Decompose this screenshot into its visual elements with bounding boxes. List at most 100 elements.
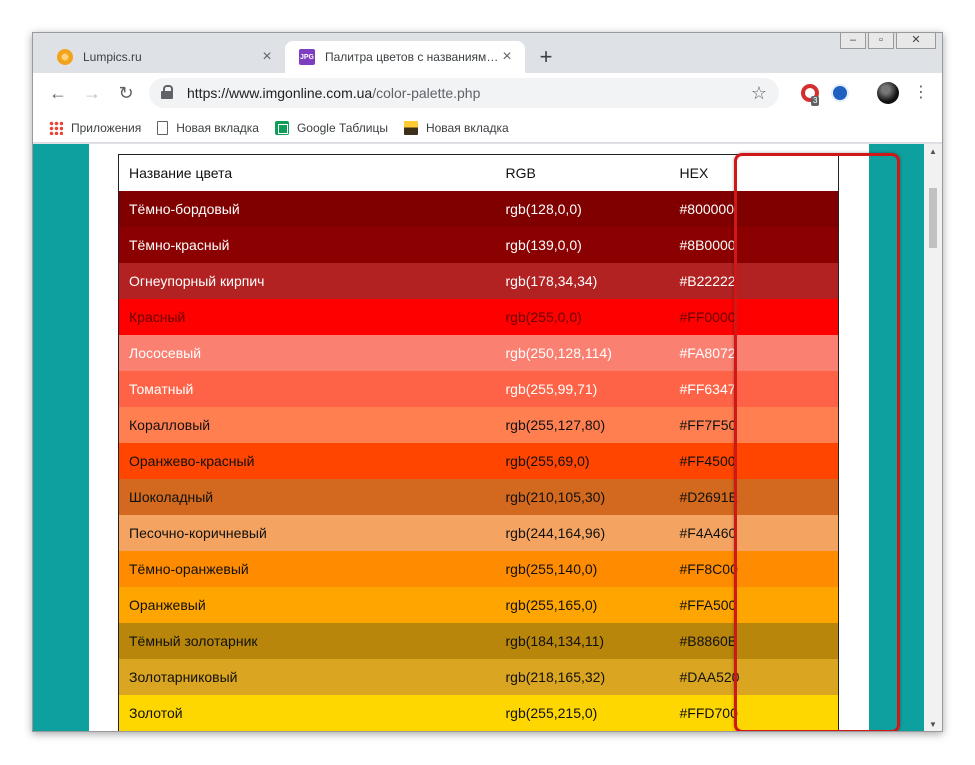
- table-row: Тёмно-оранжевый rgb(255,140,0) #FF8C00: [118, 550, 839, 587]
- color-name-cell: Тёмно-красный: [129, 236, 230, 253]
- table-row: Лососевый rgb(250,128,114) #FA8072: [118, 334, 839, 371]
- scroll-up-arrow-icon[interactable]: ▲: [924, 144, 942, 160]
- rgb-value-cell: rgb(255,127,80): [505, 416, 606, 433]
- bookmark-apps[interactable]: Приложения: [49, 120, 141, 135]
- page-icon: [157, 120, 169, 135]
- tab-title: Палитра цветов с названиями -: [325, 50, 499, 64]
- bookmark-star-icon[interactable]: ☆: [751, 83, 767, 104]
- color-name-cell: Тёмно-оранжевый: [129, 560, 249, 577]
- table-header-row: Название цвета RGB HEX: [118, 154, 839, 191]
- color-name-cell: Лососевый: [129, 344, 202, 361]
- tab-title: Lumpics.ru: [83, 50, 142, 64]
- table-row: Красный rgb(255,0,0) #FF0000: [118, 298, 839, 335]
- table-row: Тёмно-красный rgb(139,0,0) #8B0000: [118, 226, 839, 263]
- page-content: Название цвета RGB HEX Тёмно-бордовый rgb…: [89, 144, 900, 731]
- jpg-favicon-icon: JPG: [299, 49, 315, 65]
- rgb-value-cell: rgb(178,34,34): [505, 272, 598, 289]
- rgb-value-cell: rgb(184,134,11): [505, 632, 605, 649]
- vertical-scrollbar[interactable]: ▲ ▼: [924, 144, 942, 731]
- hex-value-cell: #D2691E: [679, 488, 738, 505]
- hex-value-cell: #800000: [679, 200, 735, 217]
- table-row: Томатный rgb(255,99,71) #FF6347: [118, 370, 839, 407]
- color-name-cell: Коралловый: [129, 416, 211, 433]
- rgb-value-cell: rgb(250,128,114): [505, 344, 612, 361]
- rgb-value-cell: rgb(255,69,0): [505, 452, 590, 469]
- maximize-icon[interactable]: ▫: [868, 33, 894, 49]
- color-name-cell: Золотой: [129, 704, 183, 721]
- url-text: https://www.imgonline.com.ua/color-palet…: [187, 85, 751, 101]
- column-header-hex: HEX: [669, 154, 839, 191]
- table-row: Оранжевый rgb(255,165,0) #FFA500: [118, 586, 839, 623]
- hex-value-cell: #B8860B: [679, 632, 738, 649]
- profile-avatar[interactable]: [877, 82, 899, 104]
- rgb-value-cell: rgb(139,0,0): [505, 236, 582, 253]
- forward-arrow-icon[interactable]: →: [77, 78, 107, 108]
- color-name-cell: Золотарниковый: [129, 668, 238, 685]
- hex-value-cell: #8B0000: [679, 236, 736, 253]
- hex-value-cell: #FF0000: [679, 308, 736, 325]
- menu-kebab-icon[interactable]: ⋮: [913, 85, 929, 101]
- globe-extension-icon[interactable]: [831, 84, 849, 102]
- table-row: Шоколадный rgb(210,105,30) #D2691E: [118, 478, 839, 515]
- rgb-value-cell: rgb(255,140,0): [505, 560, 598, 577]
- color-name-cell: Оранжевый: [129, 596, 206, 613]
- new-tab-plus-icon[interactable]: +: [535, 46, 557, 68]
- bookmark-label: Google Таблицы: [296, 120, 388, 135]
- hex-value-cell: #DAA520: [679, 668, 740, 685]
- rgb-value-cell: rgb(255,215,0): [505, 704, 598, 721]
- rgb-value-cell: rgb(255,165,0): [505, 596, 598, 613]
- color-palette-table: Название цвета RGB HEX Тёмно-бордовый rgb…: [118, 154, 839, 731]
- rgb-value-cell: rgb(218,165,32): [505, 668, 606, 685]
- column-header-rgb: RGB: [495, 154, 670, 191]
- orange-favicon-icon: [57, 49, 73, 65]
- table-row: Песочно-коричневый rgb(244,164,96) #F4A460: [118, 514, 839, 551]
- color-name-cell: Песочно-коричневый: [129, 524, 267, 541]
- image-icon: [403, 120, 418, 135]
- hex-value-cell: #FA8072: [679, 344, 736, 361]
- rgb-value-cell: rgb(255,0,0): [505, 308, 582, 325]
- rgb-value-cell: rgb(244,164,96): [505, 524, 606, 541]
- tab-lumpics[interactable]: Lumpics.ru ×: [43, 41, 285, 73]
- table-row: Золотой rgb(255,215,0) #FFD700: [118, 694, 839, 731]
- hex-value-cell: #FFD700: [679, 704, 738, 721]
- bookmark-google-sheets[interactable]: Google Таблицы: [274, 120, 388, 135]
- tab-color-palette[interactable]: JPG Палитра цветов с названиями - ×: [285, 41, 525, 73]
- scrollbar-thumb[interactable]: [929, 188, 937, 248]
- hex-value-cell: #FF6347: [679, 380, 736, 397]
- hex-value-cell: #FFA500: [679, 596, 737, 613]
- browser-window: Lumpics.ru × JPG Палитра цветов с назван…: [32, 32, 943, 732]
- color-name-cell: Тёмный золотарник: [129, 632, 258, 649]
- hex-value-cell: #B22222: [679, 272, 736, 289]
- table-row: Тёмный золотарник rgb(184,134,11) #B8860B: [118, 622, 839, 659]
- color-name-cell: Оранжево-красный: [129, 452, 255, 469]
- url-path: /color-palette.php: [372, 85, 481, 101]
- minimize-icon[interactable]: –: [840, 33, 866, 49]
- apps-grid-icon: [49, 120, 63, 135]
- table-row: Оранжево-красный rgb(255,69,0) #FF4500: [118, 442, 839, 479]
- bookmark-label: Новая вкладка: [176, 120, 259, 135]
- rgb-value-cell: rgb(210,105,30): [505, 488, 606, 505]
- color-name-cell: Огнеупорный кирпич: [129, 272, 265, 289]
- color-name-cell: Тёмно-бордовый: [129, 200, 240, 217]
- page-viewport: Название цвета RGB HEX Тёмно-бордовый rgb…: [33, 144, 925, 731]
- color-name-cell: Шоколадный: [129, 488, 214, 505]
- address-bar[interactable]: https://www.imgonline.com.ua/color-palet…: [149, 78, 779, 108]
- hex-value-cell: #F4A460: [679, 524, 737, 541]
- extension-badge: 3: [811, 96, 820, 106]
- close-tab-icon[interactable]: ×: [499, 49, 515, 65]
- url-host: https://www.imgonline.com.ua: [187, 85, 373, 101]
- sheets-icon: [274, 120, 289, 135]
- close-tab-icon[interactable]: ×: [259, 49, 275, 65]
- reload-icon[interactable]: ↻: [111, 78, 141, 108]
- lock-icon: [161, 85, 175, 101]
- window-controls: – ▫ ✕: [840, 33, 936, 49]
- back-arrow-icon[interactable]: ←: [43, 78, 73, 108]
- hex-value-cell: #FF7F50: [679, 416, 737, 433]
- table-row: Золотарниковый rgb(218,165,32) #DAA520: [118, 658, 839, 695]
- rgb-value-cell: rgb(128,0,0): [505, 200, 582, 217]
- bookmark-new-tab-2[interactable]: Новая вкладка: [403, 120, 509, 135]
- opera-extension-icon[interactable]: 3: [801, 84, 820, 106]
- bookmark-new-tab[interactable]: Новая вкладка: [157, 120, 259, 135]
- scroll-down-arrow-icon[interactable]: ▼: [924, 717, 942, 731]
- close-window-icon[interactable]: ✕: [896, 33, 936, 49]
